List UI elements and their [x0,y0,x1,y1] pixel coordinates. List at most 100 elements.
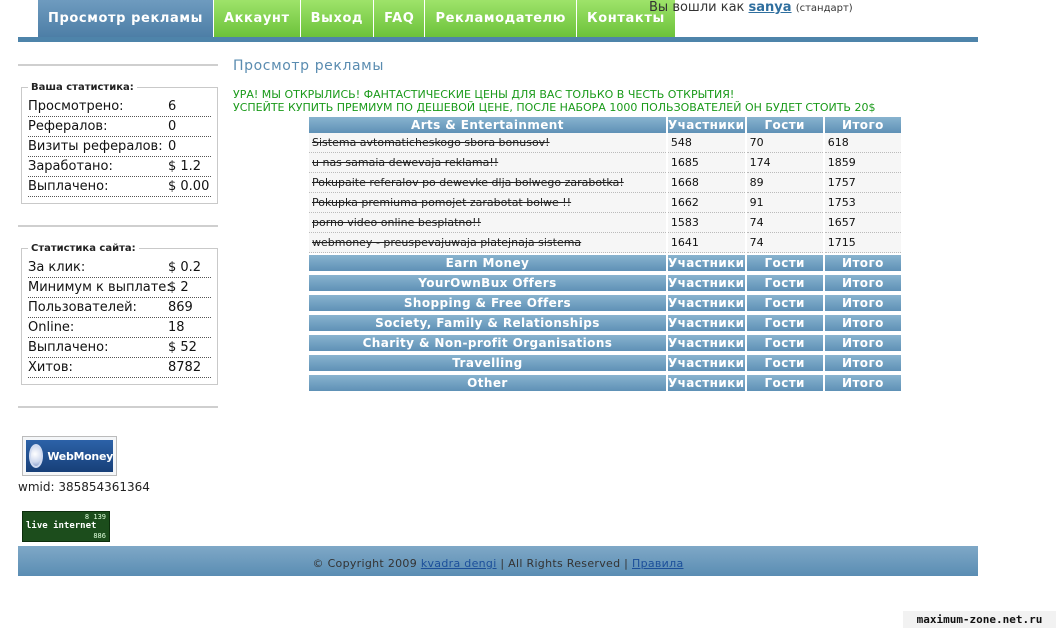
category-header: YourOwnBux Offers Участники Гости Итого [309,275,901,291]
stat-label: Пользователей: [28,300,137,315]
category-header: Other Участники Гости Итого [309,375,901,391]
sidebar-divider [18,64,218,66]
participants-count: 1583 [667,213,745,233]
category-header: Arts & Entertainment Участники Гости Ито… [309,117,901,133]
stat-row: Просмотрено: 6 [28,97,211,117]
stat-row: Рефералов: 0 [28,117,211,137]
user-stats-box: Ваша статистика: Просмотрено: 6 Рефералов… [21,82,218,204]
table-row: Sistema avtomaticheskogo sbora bonusov! … [309,133,901,153]
col-participants: Участники [667,335,745,351]
participants-count: 548 [667,133,745,153]
stat-label: Выплачено: [28,340,109,355]
stat-label: Минимум к выплате: [28,280,171,295]
ad-link[interactable]: u nas samaia dewevaja reklama!! [309,153,666,173]
category-name[interactable]: Society, Family & Relationships [309,315,666,331]
ad-link[interactable]: Pokupaite referalov po dewevke dlja bolw… [309,173,666,193]
col-total: Итого [824,295,901,311]
col-total: Итого [824,375,901,391]
tab-logout[interactable]: Выход [300,0,375,37]
ad-link[interactable]: webmoney - preuspevajuwaja platejnaja si… [309,233,666,253]
participants-count: 1662 [667,193,745,213]
stat-row: Заработано: $ 1.2 [28,157,211,177]
username-link[interactable]: sanya [749,0,792,15]
col-guests: Гости [746,117,823,133]
tab-advertiser[interactable]: Рекламодателю [425,0,578,37]
tab-account[interactable]: Аккаунт [213,0,301,37]
ad-link[interactable]: Sistema avtomaticheskogo sbora bonusov! [309,133,666,153]
col-guests: Гости [746,335,823,351]
stat-value: $ 1.2 [168,159,202,174]
ad-link[interactable]: porno video online besplatno!! [309,213,666,233]
ad-link[interactable]: Pokupka premiuma pomojet zarabotat bolwe… [309,193,666,213]
guests-count: 70 [746,133,823,153]
stat-label: Выплачено: [28,179,109,194]
total-count: 1657 [824,213,901,233]
stat-row: Пользователей: 869 [28,298,211,318]
category-name[interactable]: Other [309,375,666,391]
col-total: Итого [824,117,901,133]
col-participants: Участники [667,295,745,311]
globe-icon [29,444,44,468]
guests-count: 74 [746,233,823,253]
col-participants: Участники [667,117,745,133]
guests-count: 174 [746,153,823,173]
total-count: 1753 [824,193,901,213]
liveinternet-counter[interactable]: live internet 8 139 886 [22,511,110,542]
tab-faq[interactable]: FAQ [374,0,426,37]
copyright-text: © Copyright 2009 [312,557,418,570]
stat-row: Выплачено: $ 52 [28,338,211,358]
counter-visitors: 886 [93,532,106,540]
category-name[interactable]: Arts & Entertainment [309,117,666,133]
stat-value: 6 [168,99,177,114]
category-header: Society, Family & Relationships Участник… [309,315,901,331]
stat-label: Рефералов: [28,119,108,134]
stat-value: 8782 [168,360,202,375]
stat-row: Выплачено: $ 0.00 [28,177,211,197]
ads-table: Arts & Entertainment Участники Гости Ито… [307,117,903,253]
stat-label: Online: [28,320,75,335]
guests-count: 91 [746,193,823,213]
rules-link[interactable]: Правила [632,557,684,570]
col-total: Итого [824,355,901,371]
footer: © Copyright 2009 kvadra dengi | All Righ… [18,546,978,576]
category-name[interactable]: YourOwnBux Offers [309,275,666,291]
stat-value: 0 [168,119,177,134]
category-name[interactable]: Charity & Non-profit Organisations [309,335,666,351]
login-prefix: Вы вошли как [649,0,745,15]
table-row: Pokupka premiuma pomojet zarabotat bolwe… [309,193,901,213]
table-row: u nas samaia dewevaja reklama!! 1685 174… [309,153,901,173]
stat-value: $ 52 [168,340,197,355]
rights-text: | All Rights Reserved | [500,557,629,570]
stat-label: Просмотрено: [28,99,124,114]
col-participants: Участники [667,255,745,271]
site-stats-box: Статистика сайта: За клик: $ 0.2 Минимум … [21,243,218,385]
promo-banner: УРА! МЫ ОТКРЫЛИСЬ! ФАНТАСТИЧЕСКИЕ ЦЕНЫ Д… [233,88,875,114]
tab-view-ads[interactable]: Просмотр рекламы [38,0,214,37]
total-count: 1859 [824,153,901,173]
stat-label: За клик: [28,260,86,275]
col-guests: Гости [746,255,823,271]
stat-label: Заработано: [28,159,113,174]
stat-value: 18 [168,320,185,335]
participants-count: 1668 [667,173,745,193]
stat-value: 0 [168,139,177,154]
col-participants: Участники [667,355,745,371]
webmoney-badge[interactable]: WebMoney [22,436,117,476]
stat-row: Минимум к выплате: $ 2 [28,278,211,298]
col-guests: Гости [746,355,823,371]
stat-row: Хитов: 8782 [28,358,211,378]
total-count: 618 [824,133,901,153]
category-name[interactable]: Earn Money [309,255,666,271]
category-name[interactable]: Travelling [309,355,666,371]
category-header: Charity & Non-profit Organisations Участ… [309,335,901,351]
stat-row: Online: 18 [28,318,211,338]
stat-value: $ 0.2 [168,260,202,275]
stat-value: 869 [168,300,193,315]
category-name[interactable]: Shopping & Free Offers [309,295,666,311]
stat-label: Визиты рефералов: [28,139,163,154]
table-row: porno video online besplatno!! 1583 74 1… [309,213,901,233]
site-link[interactable]: kvadra dengi [421,557,497,570]
total-count: 1757 [824,173,901,193]
sidebar-divider [18,225,218,227]
col-total: Итого [824,315,901,331]
